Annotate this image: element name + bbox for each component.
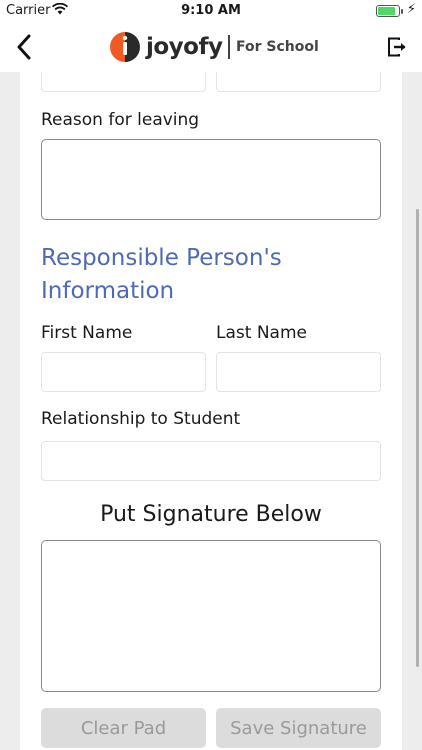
save-signature-button[interactable]: Save Signature xyxy=(216,708,381,748)
status-time: 9:10 AM xyxy=(181,3,241,18)
battery-icon xyxy=(376,5,403,17)
reason-textarea[interactable] xyxy=(41,139,381,220)
brand-name: joyofy xyxy=(146,34,223,60)
last-name-input[interactable] xyxy=(216,352,381,392)
signature-title: Put Signature Below xyxy=(100,502,322,527)
previous-field-right[interactable] xyxy=(216,72,381,92)
logout-icon xyxy=(388,37,406,57)
status-bar: Carrier 9:10 AM ⚡ xyxy=(0,0,422,22)
form-content[interactable]: Reason for leaving Responsible Person's … xyxy=(20,72,402,750)
navigation-bar: joyofy For School xyxy=(0,22,422,72)
relationship-input[interactable] xyxy=(41,441,381,481)
brand-divider xyxy=(228,35,230,59)
chevron-left-icon xyxy=(17,34,31,60)
joyofy-logo-icon xyxy=(110,32,140,62)
back-button[interactable] xyxy=(6,28,42,66)
reason-label: Reason for leaving xyxy=(41,110,200,130)
signature-pad[interactable] xyxy=(41,540,381,692)
relationship-label: Relationship to Student xyxy=(41,409,241,429)
clear-pad-button[interactable]: Clear Pad xyxy=(41,708,206,748)
previous-field-left[interactable] xyxy=(41,72,206,92)
app-logo: joyofy For School xyxy=(108,27,319,67)
first-name-label: First Name xyxy=(41,323,133,343)
section-title: Responsible Person's Information xyxy=(41,245,282,304)
last-name-label: Last Name xyxy=(216,323,307,343)
first-name-input[interactable] xyxy=(41,352,206,392)
charging-bolt-icon: ⚡ xyxy=(406,2,416,17)
brand-subtitle: For School xyxy=(235,39,319,55)
scrollbar[interactable] xyxy=(416,209,419,667)
battery-fill xyxy=(378,7,395,15)
logout-button[interactable] xyxy=(386,36,408,58)
